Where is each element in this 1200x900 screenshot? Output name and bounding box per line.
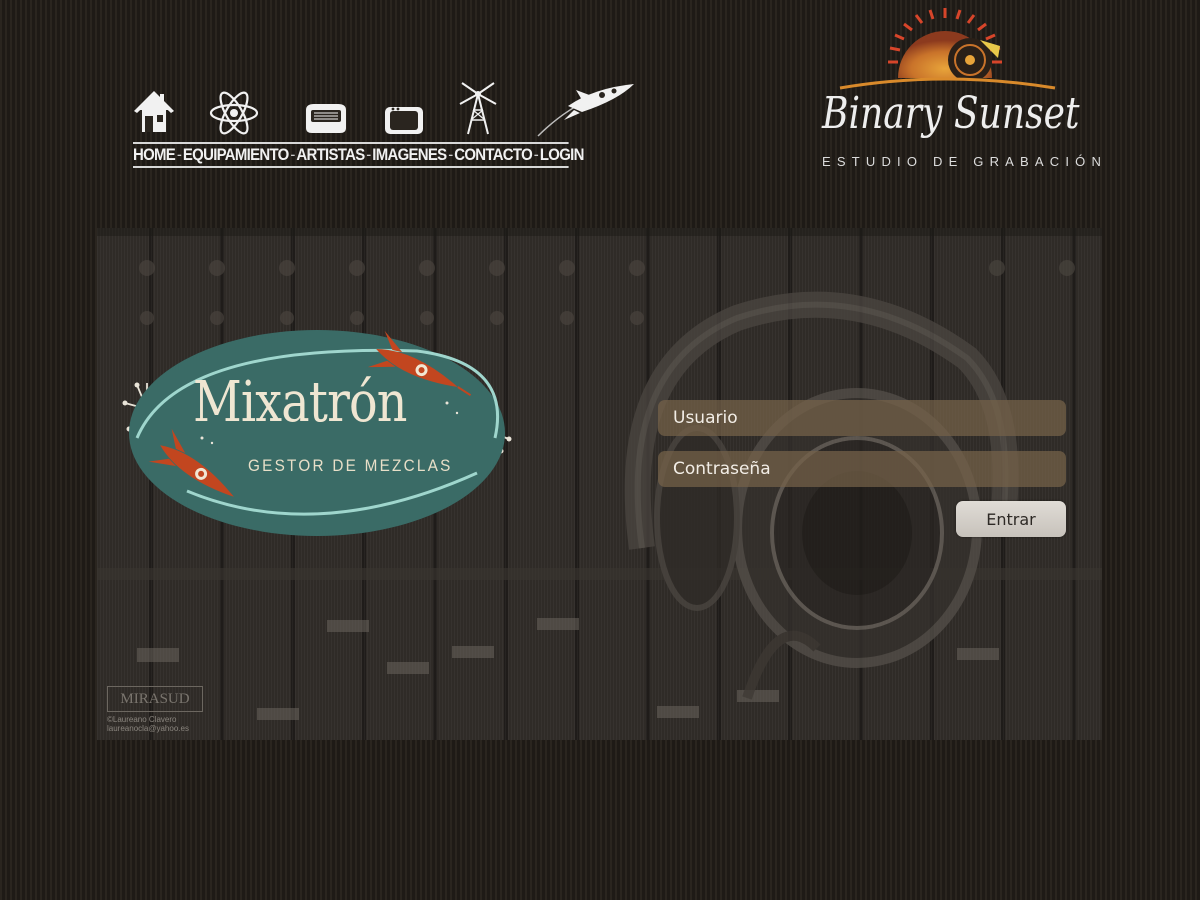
nav-login[interactable]: LOGIN bbox=[540, 145, 585, 165]
nav-home[interactable]: HOME bbox=[133, 145, 176, 165]
atom-icon[interactable] bbox=[208, 80, 260, 138]
nav-separator: - bbox=[176, 145, 182, 164]
username-input[interactable] bbox=[658, 400, 1066, 436]
nav-separator: - bbox=[533, 145, 539, 164]
nav-equipamiento[interactable]: EQUIPAMIENTO bbox=[183, 145, 289, 165]
login-form: Entrar bbox=[658, 400, 1068, 540]
app-subtitle: GESTOR DE MEZCLAS bbox=[248, 456, 453, 475]
app-title: Mixatrón bbox=[193, 370, 407, 435]
tv-icon[interactable] bbox=[382, 80, 426, 138]
nav-artistas[interactable]: ARTISTAS bbox=[296, 145, 365, 165]
nav-imagenes[interactable]: IMAGENES bbox=[372, 145, 447, 165]
login-button[interactable]: Entrar bbox=[956, 501, 1066, 537]
sunset-vinyl-icon bbox=[839, 8, 1056, 90]
credit-line: laureanocla@yahoo.es bbox=[107, 724, 189, 733]
credit-line: ©Laureano Clavero bbox=[107, 715, 177, 724]
credit-logo: MIRASUD bbox=[107, 686, 203, 712]
brand-subtitle: ESTUDIO DE GRABACIÓN bbox=[822, 154, 1108, 169]
photo-credit: MIRASUD ©Laureano Clavero laureanocla@ya… bbox=[107, 686, 217, 733]
nav-labels: HOME - EQUIPAMIENTO - ARTISTAS - IMAGENE… bbox=[133, 142, 584, 168]
rocket-icon[interactable] bbox=[534, 80, 638, 138]
nav-separator: - bbox=[366, 145, 371, 164]
nav-separator: - bbox=[448, 145, 453, 164]
brand-logo[interactable]: Binary Sunset ESTUDIO DE GRABACIÓN bbox=[810, 0, 1108, 180]
nav-separator: - bbox=[290, 145, 295, 164]
antenna-tower-icon[interactable] bbox=[454, 80, 502, 138]
password-input[interactable] bbox=[658, 451, 1066, 487]
house-icon[interactable] bbox=[132, 80, 176, 138]
nav-contacto[interactable]: CONTACTO bbox=[454, 145, 532, 165]
main-nav: HOME - EQUIPAMIENTO - ARTISTAS - IMAGENE… bbox=[128, 80, 648, 175]
brand-name: Binary Sunset bbox=[822, 88, 1080, 139]
radio-icon[interactable] bbox=[300, 80, 350, 138]
